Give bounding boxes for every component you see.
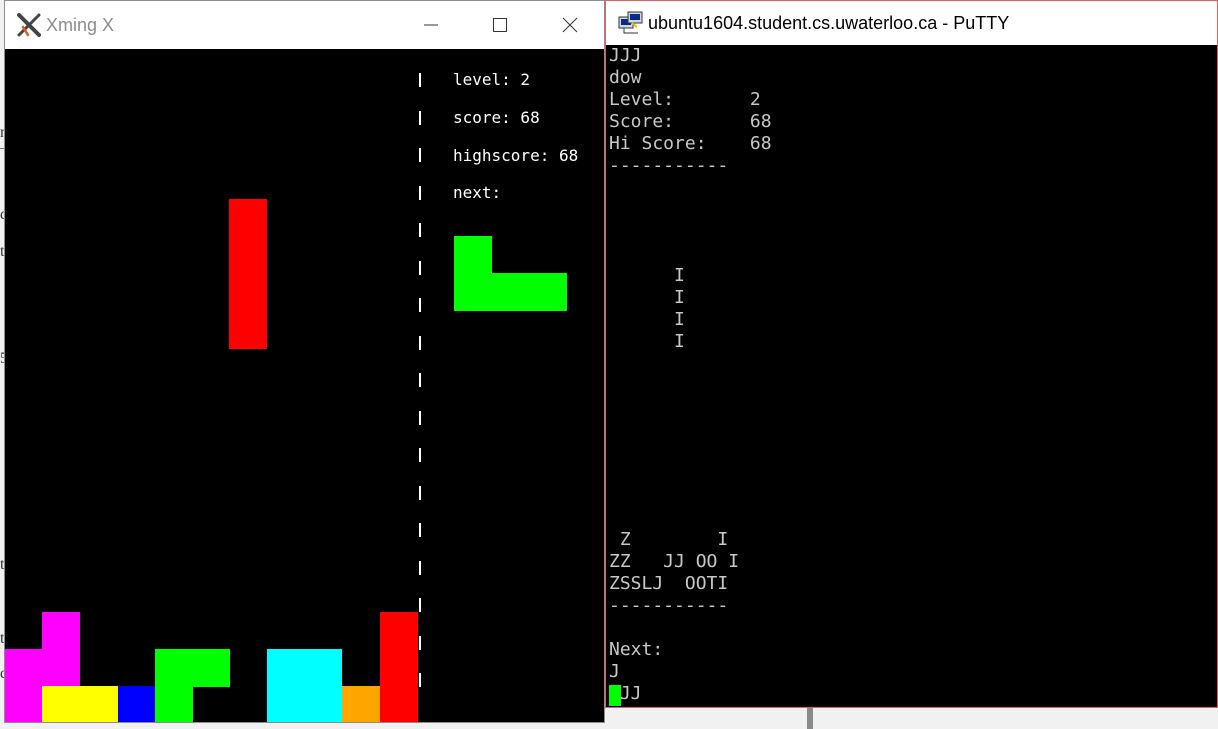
board-cell-i	[380, 612, 418, 722]
divider-dash	[419, 298, 421, 312]
window-title: ubuntu1604.student.cs.uwaterloo.ca - PuT…	[648, 13, 1010, 33]
divider-dash	[419, 223, 421, 237]
terminal-line: Hi Score: 68	[609, 133, 772, 154]
terminal-line: -----------	[609, 595, 729, 616]
divider-dash	[419, 486, 421, 500]
terminal-line: ZSSLJ OOTI	[609, 573, 729, 594]
terminal-output[interactable]: JJJ dow Level: 2 Score: 68 Hi Score: 68 -----…	[606, 45, 1217, 707]
terminal-line: Z I	[609, 529, 729, 550]
divider-dash	[419, 448, 421, 462]
board-cell-z	[5, 649, 80, 687]
terminal-line: I	[609, 287, 685, 308]
divider-dash	[419, 111, 421, 125]
board-cell-o	[267, 649, 342, 722]
xming-window[interactable]: Xming X level: 2 score: 68 highscore: 68…	[4, 0, 605, 723]
terminal-line: Next:	[609, 639, 664, 660]
terminal-line: JJJ	[609, 45, 642, 66]
next-piece-preview	[454, 236, 492, 274]
terminal-line: Level: 2	[609, 89, 761, 110]
divider-dash	[419, 636, 421, 650]
desktop-scrollbar-stub	[807, 708, 813, 729]
next-label: next:	[453, 183, 502, 202]
board-cell-l	[118, 686, 155, 722]
divider-dash	[419, 561, 421, 575]
board-cell-s	[42, 686, 118, 722]
maximize-icon	[493, 18, 507, 32]
terminal-line: dow	[609, 67, 642, 88]
board-cell-j	[155, 686, 193, 722]
putty-title-bar[interactable]: ubuntu1604.student.cs.uwaterloo.ca - PuT…	[606, 1, 1217, 45]
divider-dash	[419, 148, 421, 162]
divider-dash	[419, 261, 421, 275]
board-cell-z	[42, 612, 80, 650]
terminal-line: I	[609, 331, 685, 352]
score-label: score: 68	[453, 108, 540, 127]
close-icon	[562, 17, 578, 33]
terminal-line: J	[609, 661, 620, 682]
next-piece-preview	[454, 273, 567, 311]
divider-dash	[419, 73, 421, 87]
divider-dash	[419, 598, 421, 612]
putty-terminal-icon	[618, 11, 643, 34]
terminal-line: ZZ JJ OO I	[609, 551, 740, 572]
putty-window[interactable]: ubuntu1604.student.cs.uwaterloo.ca - PuT…	[605, 0, 1218, 708]
divider-dash	[419, 336, 421, 350]
divider-dash	[419, 186, 421, 200]
tetris-game-canvas[interactable]: level: 2 score: 68 highscore: 68 next:	[5, 49, 604, 722]
terminal-line: I	[609, 265, 685, 286]
minimize-icon	[424, 24, 438, 26]
minimize-button[interactable]	[408, 1, 454, 49]
divider-dash	[419, 523, 421, 537]
terminal-line: Score: 68	[609, 111, 772, 132]
board-cell-z	[5, 686, 42, 722]
maximize-button[interactable]	[477, 1, 523, 49]
close-button[interactable]	[547, 1, 593, 49]
board-cell-j	[155, 649, 230, 687]
level-label: level: 2	[453, 70, 531, 89]
xming-title-bar[interactable]: Xming X	[5, 1, 604, 49]
falling-i-piece	[229, 199, 267, 349]
terminal-cursor	[609, 685, 621, 706]
divider-dash	[419, 373, 421, 387]
divider-dash	[419, 411, 421, 425]
board-cell-t	[342, 686, 380, 722]
terminal-line: I	[609, 309, 685, 330]
divider-dash	[419, 673, 421, 687]
highscore-label: highscore: 68	[453, 146, 579, 165]
xming-x-logo-icon	[17, 13, 41, 37]
terminal-line: -----------	[609, 155, 729, 176]
window-title: Xming X	[46, 15, 115, 35]
